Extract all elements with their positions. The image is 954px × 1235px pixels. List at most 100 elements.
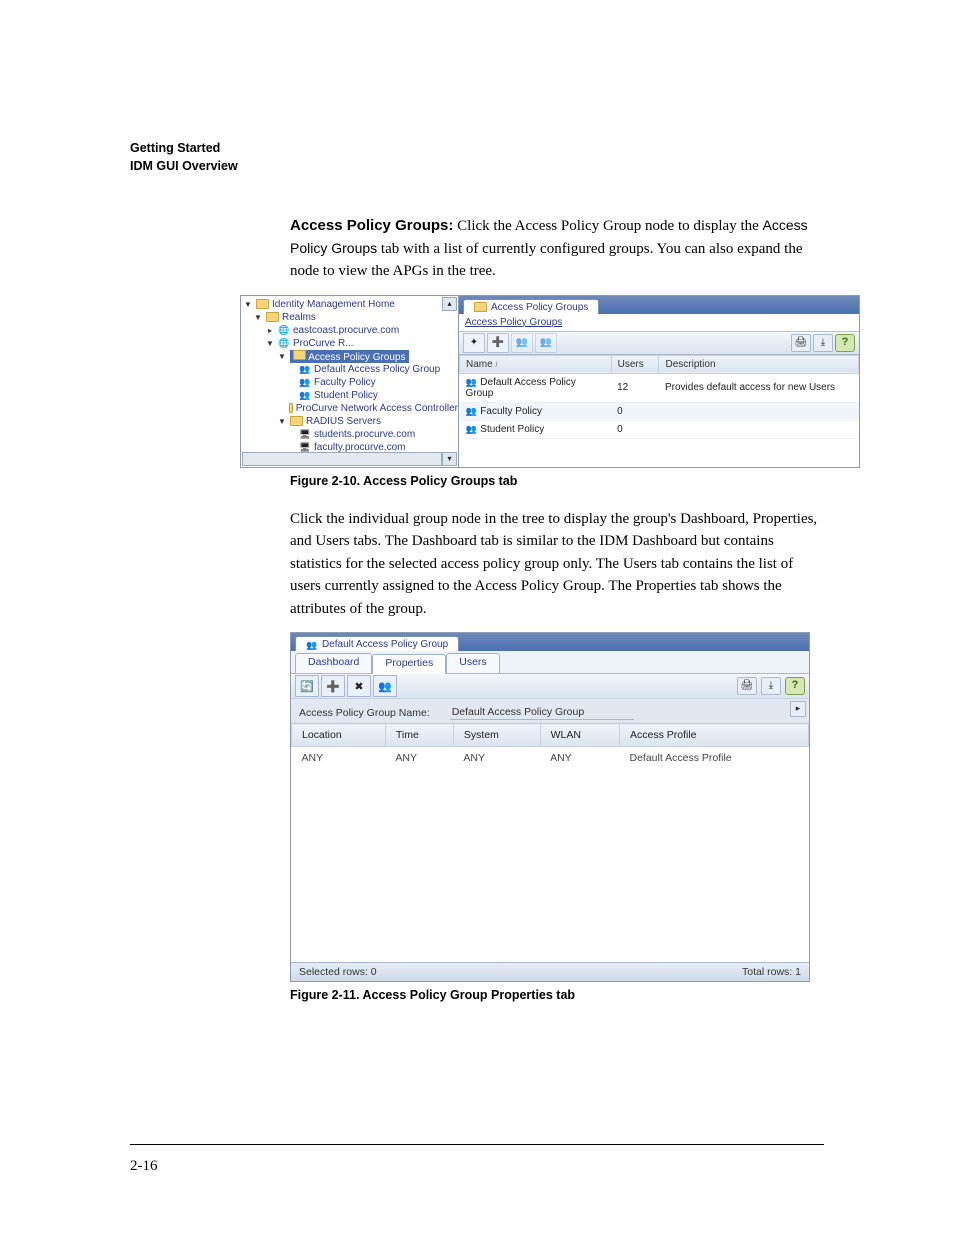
policy-icon (466, 424, 478, 434)
nav-tree[interactable]: ▼Identity Management Home ▼Realms ▸eastc… (241, 296, 459, 467)
cell-name: Faculty Policy (480, 406, 542, 417)
policy-icon (306, 640, 318, 650)
toolbar-add-icon[interactable]: ➕ (487, 333, 509, 353)
tree-realms[interactable]: Realms (282, 312, 316, 323)
tree-eastcoast[interactable]: eastcoast.procurve.com (293, 325, 399, 336)
toolbar-users2-icon[interactable]: 👥 (535, 333, 557, 353)
tab-properties[interactable]: Properties (372, 654, 446, 674)
tree-faculty[interactable]: Faculty Policy (314, 377, 376, 388)
cell-users: 12 (611, 373, 659, 402)
col-wlan[interactable]: WLAN (540, 724, 619, 747)
toolbar-refresh-icon[interactable]: 🔄 (295, 675, 319, 697)
policy-icon (466, 406, 478, 416)
tab-access-policy-groups[interactable]: Access Policy Groups (463, 299, 599, 314)
toolbar-new-icon[interactable]: ✦ (463, 333, 485, 353)
tree-nac1[interactable]: ProCurve Network Access Controller (296, 403, 458, 414)
print-icon[interactable]: 🖨 (737, 677, 757, 695)
folder-icon (293, 350, 306, 360)
figure-2-10-caption: Figure 2-10. Access Policy Groups tab (290, 474, 824, 488)
folder-icon (256, 299, 269, 309)
cell-location: ANY (292, 747, 386, 770)
col-name[interactable]: Name / (460, 355, 612, 373)
tab-dashboard[interactable]: Dashboard (295, 653, 372, 673)
status-bar: Selected rows: 0 Total rows: 1 (291, 962, 809, 981)
crumb-link[interactable]: Access Policy Groups (465, 317, 562, 328)
col-desc[interactable]: Description (659, 355, 859, 373)
intro-bold: Access Policy Groups: (290, 217, 453, 234)
status-selected: Selected rows: 0 (299, 966, 377, 978)
cell-wlan: ANY (540, 747, 619, 770)
tree-scroll-horizontal[interactable] (242, 452, 442, 466)
apg-name-input[interactable] (450, 705, 634, 719)
tab-bar: Access Policy Groups (459, 296, 859, 314)
page-header: Getting Started IDM GUI Overview (130, 140, 824, 175)
tab-label: Default Access Policy Group (322, 639, 448, 650)
cell-desc: Provides default access for new Users (659, 373, 859, 402)
cell-name: Default Access Policy Group (466, 377, 576, 399)
properties-table: Location Time System WLAN Access Profile… (291, 723, 809, 962)
apg-table: Name / Users Description Default Access … (459, 355, 859, 467)
toolbar-users-icon[interactable]: 👥 (373, 675, 397, 697)
cell-name: Student Policy (480, 424, 544, 435)
col-users[interactable]: Users (611, 355, 659, 373)
tree-students-srv[interactable]: students.procurve.com (314, 429, 415, 440)
toolbar: ✦ ➕ 👥 👥 🖨 ⤓ ? (459, 332, 859, 355)
policy-icon (466, 377, 478, 387)
help-icon[interactable]: ? (835, 334, 855, 352)
help-icon[interactable]: ? (785, 677, 805, 695)
mid-paragraph: Click the individual group node in the t… (290, 508, 824, 621)
col-location[interactable]: Location (292, 724, 386, 747)
tree-scroll-down[interactable]: ▾ (442, 452, 457, 466)
expand-icon[interactable]: ▸ (790, 701, 806, 717)
policy-icon (299, 390, 311, 400)
cell-users: 0 (611, 420, 659, 438)
header-line2: IDM GUI Overview (130, 159, 238, 173)
folder-icon (266, 312, 279, 322)
realm-icon (278, 338, 290, 348)
col-time[interactable]: Time (385, 724, 453, 747)
apg-name-label: Access Policy Group Name: (299, 707, 430, 719)
header-line1: Getting Started (130, 141, 220, 155)
table-row[interactable]: Default Access Policy Group 12 Provides … (460, 373, 859, 402)
tree-radius[interactable]: RADIUS Servers (306, 416, 381, 427)
table-row[interactable]: Student Policy 0 (460, 420, 859, 438)
print-icon[interactable]: 🖨 (791, 334, 811, 352)
intro-rest: Click the Access Policy Group node to di… (453, 218, 762, 234)
tree-procurve-r[interactable]: ProCurve R... (293, 338, 354, 349)
server-icon (299, 429, 311, 439)
cell-users: 0 (611, 402, 659, 420)
col-profile[interactable]: Access Profile (620, 724, 809, 747)
cell-desc (659, 402, 859, 420)
footer-rule (130, 1144, 824, 1145)
tree-selected-apg[interactable]: Access Policy Groups (290, 350, 409, 363)
folder-icon (474, 302, 487, 312)
toolbar-add-icon[interactable]: ➕ (321, 675, 345, 697)
toolbar: 🔄 ➕ ✖ 👥 🖨 ⤓ ? (291, 674, 809, 699)
toolbar-users-icon[interactable]: 👥 (511, 333, 533, 353)
cell-system: ANY (453, 747, 540, 770)
table-row[interactable]: Faculty Policy 0 (460, 402, 859, 420)
cell-time: ANY (385, 747, 453, 770)
sub-tab-bar: Dashboard Properties Users (291, 651, 809, 674)
cell-profile: Default Access Profile (620, 747, 809, 770)
tree-default-apg[interactable]: Default Access Policy Group (314, 364, 440, 375)
tree-home[interactable]: Identity Management Home (272, 299, 395, 310)
tree-scroll-up[interactable]: ▴ (442, 297, 457, 311)
server-icon (299, 442, 311, 452)
tab-users[interactable]: Users (446, 653, 499, 673)
intro-paragraph: Access Policy Groups: Click the Access P… (290, 215, 824, 283)
col-system[interactable]: System (453, 724, 540, 747)
tab-bar: Default Access Policy Group (291, 633, 809, 651)
figure-2-10-screenshot: ▼Identity Management Home ▼Realms ▸eastc… (240, 295, 860, 468)
figure-2-11-caption: Figure 2-11. Access Policy Group Propert… (290, 988, 824, 1002)
cell-desc (659, 420, 859, 438)
table-row[interactable]: ANY ANY ANY ANY Default Access Profile (292, 747, 809, 770)
toolbar-delete-icon[interactable]: ✖ (347, 675, 371, 697)
tab-default-apg[interactable]: Default Access Policy Group (295, 636, 459, 651)
tree-student[interactable]: Student Policy (314, 390, 378, 401)
realm-icon (278, 325, 290, 335)
export-icon[interactable]: ⤓ (761, 677, 781, 695)
folder-icon (289, 403, 293, 413)
export-icon[interactable]: ⤓ (813, 334, 833, 352)
folder-icon (290, 416, 303, 426)
